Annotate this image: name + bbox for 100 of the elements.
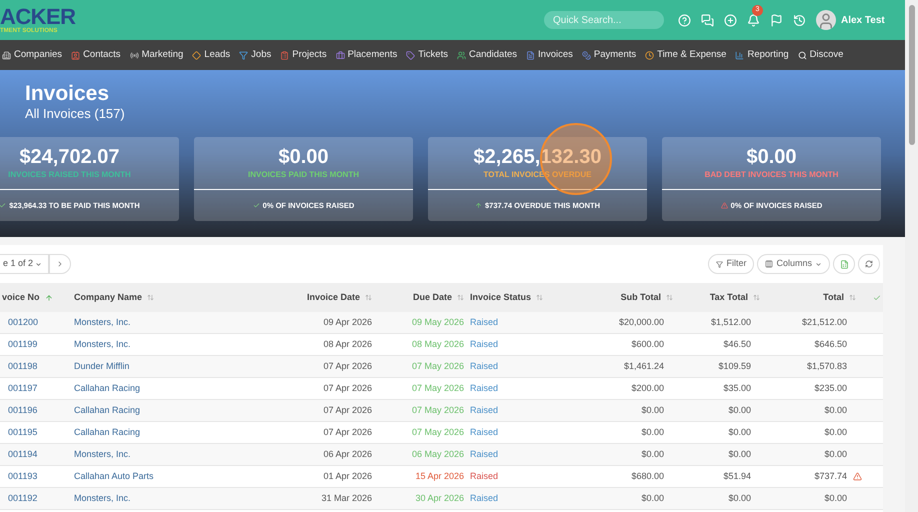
nav-item[interactable]: Marketing — [130, 48, 184, 62]
tag-icon — [406, 50, 416, 60]
table-cell[interactable]: 001199 — [8, 338, 38, 352]
nav-item[interactable]: Placements — [336, 48, 398, 62]
column-header[interactable]: Sub Total — [620, 290, 661, 304]
refresh-button[interactable] — [858, 254, 880, 274]
table-cell[interactable]: 001196 — [8, 404, 38, 418]
nav-item[interactable]: Invoices — [526, 48, 573, 62]
nav-item[interactable]: Reporting — [735, 48, 789, 62]
export-button[interactable] — [833, 254, 855, 274]
table-cell[interactable]: Callahan Auto Parts — [74, 470, 154, 484]
sort-icon[interactable] — [666, 294, 673, 301]
table-cell-text: $1,461.24 — [624, 360, 664, 373]
table-row[interactable]: 001192 Monsters, Inc. 31 Mar 2026 30 Apr 2026 Raised $0.00 $0.00 $0.00 — [0, 488, 883, 510]
table-row[interactable]: 001196 Callahan Racing 07 Apr 2026 07 May 2026 Raised $0.00 $0.00 $0.00 — [0, 400, 883, 422]
table-cell-text: Raised — [470, 470, 498, 483]
nav-item[interactable]: Contacts — [71, 48, 121, 62]
nav-item[interactable]: Leads — [192, 48, 230, 62]
warning-icon — [720, 202, 728, 209]
nav-item[interactable]: Discove — [798, 48, 844, 62]
column-header[interactable]: Tax Total — [710, 290, 748, 304]
people-icon — [456, 50, 466, 60]
table-cell-text: $0.00 — [728, 404, 751, 417]
table-cell-text: $0.00 — [824, 404, 847, 417]
chevron-icon — [35, 260, 42, 268]
column-header[interactable]: Company Name — [74, 290, 142, 304]
table-cell-text: $0.00 — [824, 448, 847, 461]
nav-item[interactable]: Time & Expense — [645, 48, 726, 62]
sort-icon[interactable] — [365, 294, 372, 301]
help-icon[interactable] — [678, 14, 691, 26]
notifications-icon[interactable] — [747, 14, 760, 26]
history-icon[interactable] — [793, 14, 806, 26]
table-cell-text: 09 Apr 2026 — [323, 316, 372, 329]
table-cell[interactable]: Callahan Racing — [74, 426, 140, 440]
check-icon — [0, 202, 6, 209]
table-cell-text: Raised — [470, 448, 498, 461]
next-page-button[interactable] — [49, 254, 72, 274]
table-cell[interactable]: 001197 — [8, 382, 38, 396]
table-cell-text: 07 May 2026 — [412, 404, 464, 417]
nav-item[interactable]: Payments — [582, 48, 636, 62]
flag-icon[interactable] — [770, 14, 783, 26]
table-cell-text: $1,512.00 — [710, 316, 751, 329]
table-cell[interactable]: 001200 — [8, 316, 38, 330]
table-cell[interactable]: 001194 — [8, 448, 38, 462]
table-row[interactable]: 001194 Monsters, Inc. 06 Apr 2026 06 May 2026 Raised $0.00 $0.00 $0.00 — [0, 444, 883, 466]
table-cell-text: $0.00 — [641, 492, 664, 505]
table-cell-text: 15 Apr 2026 — [415, 470, 464, 483]
bar-chart-icon — [735, 50, 744, 60]
table-cell[interactable]: Monsters, Inc. — [74, 316, 131, 330]
table-cell-text: Raised — [470, 492, 498, 505]
table-cell[interactable]: 001192 — [8, 492, 38, 506]
nav-item[interactable]: Projects — [280, 48, 327, 62]
table-cell-text: Raised — [470, 360, 498, 373]
columns-icon — [765, 260, 774, 268]
table-cell[interactable]: 001195 — [8, 426, 38, 440]
table-cell[interactable]: Monsters, Inc. — [74, 492, 131, 506]
table-cell-text: $235.00 — [814, 382, 847, 395]
table-row[interactable]: 001198 Dunder Mifflin 07 Apr 2026 07 May 2026 Raised $1,461.24 $109.59 $1,570.83 — [0, 356, 883, 378]
logo-text[interactable]: ACKER — [0, 6, 520, 28]
table-cell[interactable]: 001198 — [8, 360, 38, 374]
columns-button[interactable]: Columns — [757, 254, 830, 274]
table-cell-text: $0.00 — [728, 448, 751, 461]
table-cell[interactable]: Callahan Racing — [74, 404, 140, 418]
building-icon — [2, 50, 11, 60]
column-header[interactable]: Invoice Date — [306, 290, 360, 304]
table-cell[interactable]: Dunder Mifflin — [74, 360, 130, 374]
page-select[interactable]: e 1 of 2 — [0, 254, 50, 274]
table-cell-text: $0.00 — [728, 426, 751, 439]
table-cell-text: 07 Apr 2026 — [323, 360, 372, 373]
document-icon — [526, 50, 536, 60]
sort-ascending-icon[interactable] — [44, 294, 53, 302]
nav-item[interactable]: Candidates — [456, 48, 518, 62]
scrollbar-thumb[interactable] — [908, 5, 914, 145]
nav-item[interactable]: Jobs — [239, 48, 272, 62]
column-header[interactable]: Due Date — [412, 290, 452, 304]
stat-label: BAD DEBT INVOICES THIS MONTH — [704, 169, 838, 181]
column-header[interactable]: Invoice Status — [470, 290, 532, 304]
table-cell[interactable]: 001193 — [8, 470, 38, 484]
sort-icon[interactable] — [457, 294, 464, 301]
sort-icon[interactable] — [536, 294, 544, 301]
table-row[interactable]: 001200 Monsters, Inc. 09 Apr 2026 09 May 2026 Raised $20,000.00 $1,512.00 $21,512.00 — [0, 312, 883, 334]
filter-button[interactable]: Filter — [708, 254, 754, 274]
chevron-icon — [815, 260, 822, 268]
add-icon[interactable] — [724, 14, 737, 26]
table-cell[interactable]: Callahan Racing — [74, 382, 140, 396]
table-cell[interactable]: Monsters, Inc. — [74, 338, 131, 352]
chat-icon[interactable] — [701, 14, 714, 26]
nav-item[interactable]: Tickets — [406, 48, 448, 62]
user-avatar[interactable] — [816, 10, 836, 30]
sort-icon[interactable] — [753, 294, 760, 301]
broadcast-icon — [130, 50, 139, 60]
sort-icon[interactable] — [849, 294, 856, 301]
table-cell-text: $0.00 — [824, 426, 847, 439]
sort-icon[interactable] — [147, 294, 154, 301]
table-cell-text: $600.00 — [631, 338, 664, 351]
nav-item[interactable]: Companies — [2, 48, 62, 62]
table-cell[interactable]: Monsters, Inc. — [74, 448, 131, 462]
column-header[interactable]: Total — [823, 290, 844, 304]
table-cell-text: $646.50 — [814, 338, 847, 351]
column-header[interactable]: voice No — [2, 290, 40, 304]
